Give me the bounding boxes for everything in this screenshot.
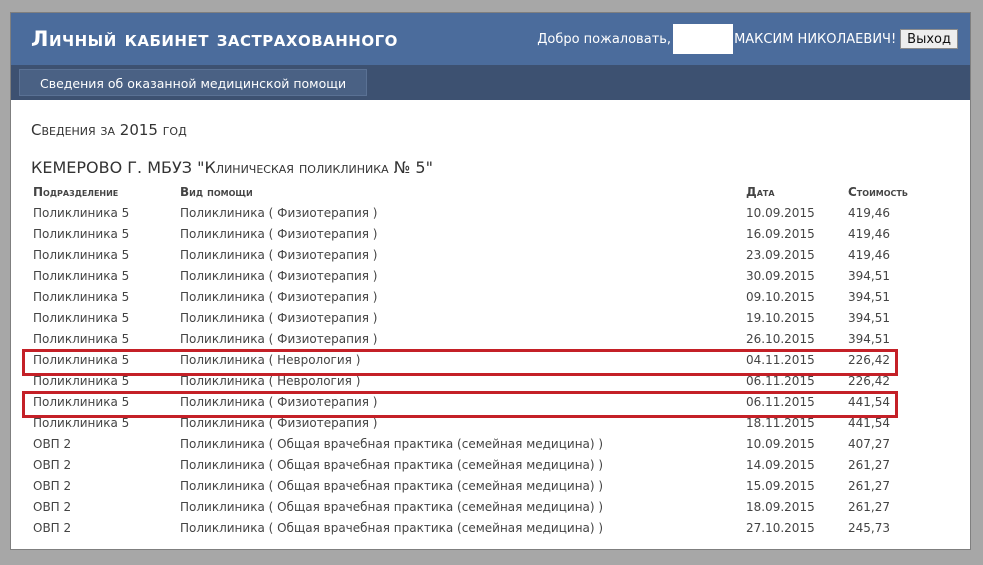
cell-cost: 261,27 xyxy=(848,478,890,493)
table-row: Поликлиника 5 Поликлиника ( Физиотерапия … xyxy=(31,412,936,433)
cell-department: Поликлиника 5 xyxy=(33,415,130,430)
page-frame: Личный кабинет застрахованного Добро пож… xyxy=(10,12,971,550)
cell-department: Поликлиника 5 xyxy=(33,289,130,304)
cell-cost: 419,46 xyxy=(848,226,890,241)
table-row: Поликлиника 5 Поликлиника ( Физиотерапия … xyxy=(31,307,936,328)
cell-date: 18.11.2015 xyxy=(746,415,815,430)
cell-department: ОВП 2 xyxy=(33,520,72,535)
cell-cost: 441,54 xyxy=(848,394,890,409)
cell-cost: 226,42 xyxy=(848,373,890,388)
cell-service-type: Поликлиника ( Физиотерапия ) xyxy=(180,268,378,283)
cell-service-type: Поликлиника ( Общая врачебная практика (… xyxy=(180,520,604,535)
nav-bar: Сведения об оказанной медицинской помощи xyxy=(11,65,970,100)
cell-date: 06.11.2015 xyxy=(746,373,815,388)
table-row: ОВП 2 Поликлиника ( Общая врачебная практ… xyxy=(31,433,936,454)
redacted-surname xyxy=(673,24,734,54)
cell-cost: 226,42 xyxy=(848,352,890,367)
cell-cost: 419,46 xyxy=(848,247,890,262)
user-box: Добро пожаловать, МАКСИМ НИКОЛАЕВИЧ! Вых… xyxy=(537,24,958,54)
cell-department: Поликлиника 5 xyxy=(33,352,130,367)
cell-department: Поликлиника 5 xyxy=(33,268,130,283)
cell-service-type: Поликлиника ( Неврология ) xyxy=(180,352,361,367)
cell-department: Поликлиника 5 xyxy=(33,310,130,325)
cell-cost: 419,46 xyxy=(848,205,890,220)
cell-date: 18.09.2015 xyxy=(746,499,815,514)
cell-service-type: Поликлиника ( Физиотерапия ) xyxy=(180,205,378,220)
column-header-service-type: Вид помощи xyxy=(180,184,253,199)
section-title: Сведения за 2015 год xyxy=(31,121,187,139)
cell-date: 30.09.2015 xyxy=(746,268,815,283)
table-header-row: Подразделение Вид помощи Дата Стоимость xyxy=(31,181,936,202)
cell-service-type: Поликлиника ( Физиотерапия ) xyxy=(180,310,378,325)
cell-cost: 394,51 xyxy=(848,331,890,346)
cell-department: Поликлиника 5 xyxy=(33,226,130,241)
user-name: МАКСИМ НИКОЛАЕВИЧ! xyxy=(734,31,897,47)
organization-title: КЕМЕРОВО Г. МБУЗ "Клиническая поликлиник… xyxy=(31,158,433,177)
cell-department: Поликлиника 5 xyxy=(33,331,130,346)
cell-date: 16.09.2015 xyxy=(746,226,815,241)
table-row: Поликлиника 5 Поликлиника ( Физиотерапия … xyxy=(31,202,936,223)
cell-date: 26.10.2015 xyxy=(746,331,815,346)
cell-department: ОВП 2 xyxy=(33,436,72,451)
table-row: Поликлиника 5 Поликлиника ( Физиотерапия … xyxy=(31,244,936,265)
logout-button[interactable]: Выход xyxy=(900,29,958,49)
table-row: Поликлиника 5 Поликлиника ( Физиотерапия … xyxy=(31,265,936,286)
column-header-department: Подразделение xyxy=(33,184,119,199)
column-header-cost: Стоимость xyxy=(848,184,908,199)
cell-service-type: Поликлиника ( Физиотерапия ) xyxy=(180,394,378,409)
table-row: Поликлиника 5 Поликлиника ( Физиотерапия … xyxy=(31,223,936,244)
cell-date: 23.09.2015 xyxy=(746,247,815,262)
header-bar: Личный кабинет застрахованного Добро пож… xyxy=(11,13,970,65)
cell-service-type: Поликлиника ( Физиотерапия ) xyxy=(180,415,378,430)
cell-department: ОВП 2 xyxy=(33,478,72,493)
cell-cost: 245,73 xyxy=(848,520,890,535)
cell-service-type: Поликлиника ( Неврология ) xyxy=(180,373,361,388)
cell-cost: 394,51 xyxy=(848,268,890,283)
cell-department: Поликлиника 5 xyxy=(33,373,130,388)
cell-date: 10.09.2015 xyxy=(746,436,815,451)
cell-department: ОВП 2 xyxy=(33,457,72,472)
table-row: ОВП 2 Поликлиника ( Общая врачебная практ… xyxy=(31,475,936,496)
table-row: Поликлиника 5 Поликлиника ( Неврология ) 0… xyxy=(31,349,936,370)
cell-date: 06.11.2015 xyxy=(746,394,815,409)
app-title: Личный кабинет застрахованного xyxy=(31,27,398,51)
cell-date: 27.10.2015 xyxy=(746,520,815,535)
cell-date: 10.09.2015 xyxy=(746,205,815,220)
cell-service-type: Поликлиника ( Физиотерапия ) xyxy=(180,289,378,304)
services-table: Подразделение Вид помощи Дата Стоимость … xyxy=(31,181,936,538)
table-row: Поликлиника 5 Поликлиника ( Физиотерапия … xyxy=(31,391,936,412)
cell-cost: 407,27 xyxy=(848,436,890,451)
table-row: Поликлиника 5 Поликлиника ( Неврология ) 0… xyxy=(31,370,936,391)
cell-department: ОВП 2 xyxy=(33,499,72,514)
cell-department: Поликлиника 5 xyxy=(33,394,130,409)
cell-service-type: Поликлиника ( Физиотерапия ) xyxy=(180,331,378,346)
cell-date: 15.09.2015 xyxy=(746,478,815,493)
cell-department: Поликлиника 5 xyxy=(33,205,130,220)
cell-service-type: Поликлиника ( Физиотерапия ) xyxy=(180,226,378,241)
cell-service-type: Поликлиника ( Общая врачебная практика (… xyxy=(180,457,604,472)
table-row: Поликлиника 5 Поликлиника ( Физиотерапия … xyxy=(31,328,936,349)
cell-cost: 261,27 xyxy=(848,457,890,472)
cell-cost: 394,51 xyxy=(848,310,890,325)
table-row: ОВП 2 Поликлиника ( Общая врачебная практ… xyxy=(31,517,936,538)
table-row: ОВП 2 Поликлиника ( Общая врачебная практ… xyxy=(31,496,936,517)
table-row: ОВП 2 Поликлиника ( Общая врачебная практ… xyxy=(31,454,936,475)
cell-cost: 441,54 xyxy=(848,415,890,430)
cell-service-type: Поликлиника ( Физиотерапия ) xyxy=(180,247,378,262)
cell-department: Поликлиника 5 xyxy=(33,247,130,262)
main-content: Сведения за 2015 год КЕМЕРОВО Г. МБУЗ "К… xyxy=(11,121,970,538)
cell-service-type: Поликлиника ( Общая врачебная практика (… xyxy=(180,478,604,493)
nav-item-medical-services[interactable]: Сведения об оказанной медицинской помощи xyxy=(19,69,368,96)
cell-date: 19.10.2015 xyxy=(746,310,815,325)
welcome-text: Добро пожаловать, xyxy=(537,31,672,47)
cell-cost: 394,51 xyxy=(848,289,890,304)
cell-date: 14.09.2015 xyxy=(746,457,815,472)
cell-service-type: Поликлиника ( Общая врачебная практика (… xyxy=(180,436,604,451)
cell-date: 04.11.2015 xyxy=(746,352,815,367)
table-row: Поликлиника 5 Поликлиника ( Физиотерапия … xyxy=(31,286,936,307)
cell-service-type: Поликлиника ( Общая врачебная практика (… xyxy=(180,499,604,514)
cell-cost: 261,27 xyxy=(848,499,890,514)
cell-date: 09.10.2015 xyxy=(746,289,815,304)
column-header-date: Дата xyxy=(746,184,775,199)
